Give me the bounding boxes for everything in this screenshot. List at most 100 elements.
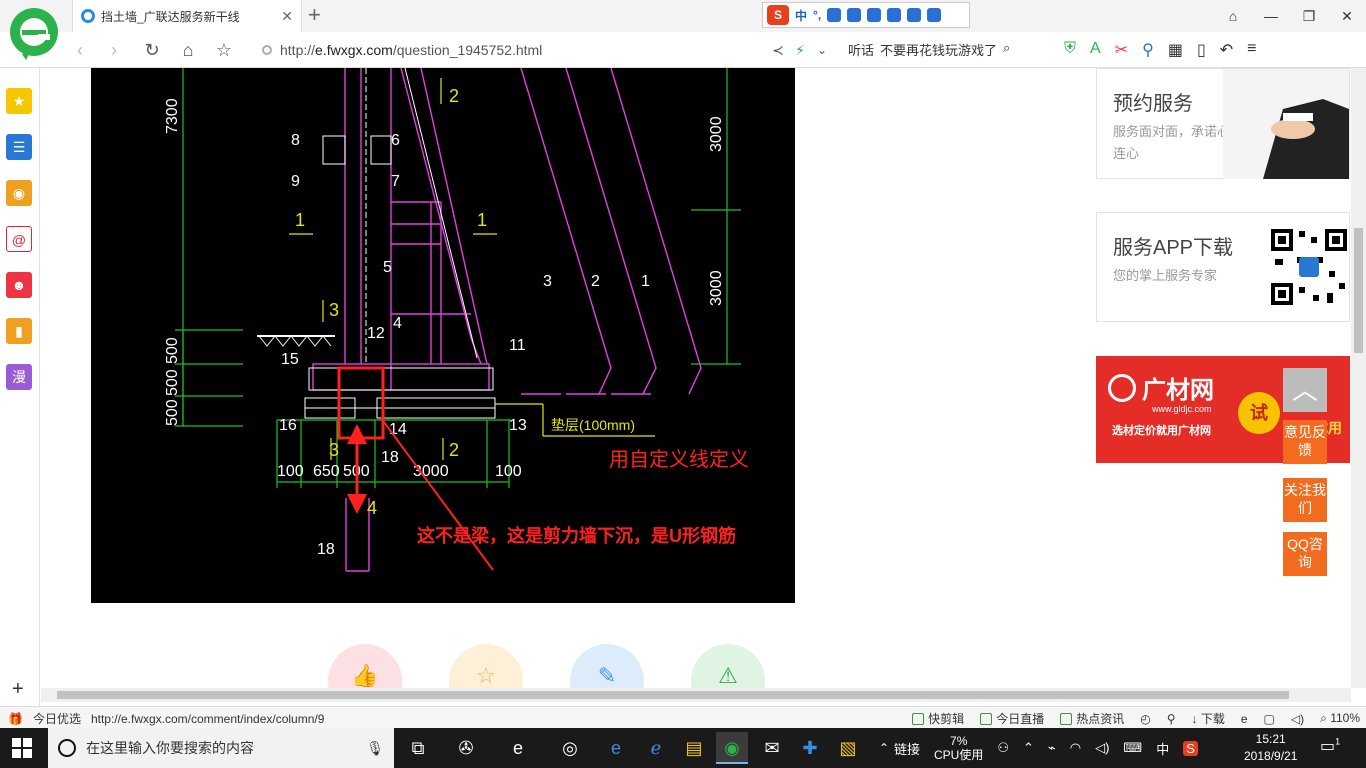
scroll-thumb[interactable] [1354,228,1363,353]
novel-icon[interactable]: ▮ [6,318,32,344]
chevron-down-icon[interactable]: ⌄ [810,38,834,62]
favorite-star-button[interactable]: ☆ [212,38,236,62]
windows-start-icon[interactable] [12,738,32,758]
file-explorer-icon[interactable]: ▤ [678,732,710,764]
tray-link[interactable]: 链接 [894,739,920,758]
search-box[interactable]: 听话 不要再花钱玩游戏了 ⌕ [848,40,1010,59]
magnifier-icon[interactable]: ⚲ [1142,40,1154,60]
skin-button[interactable]: ⌂ [1214,0,1252,32]
volume-icon[interactable]: ◁) [1291,712,1304,726]
restore-button[interactable]: ❐ [1290,0,1328,32]
minimize-button[interactable]: — [1252,0,1290,32]
mail-app-icon[interactable]: ✉ [756,732,788,764]
keyboard-icon[interactable] [867,8,882,22]
add-sidebar-item-button[interactable]: + [12,678,24,701]
translate-icon[interactable]: A [1090,40,1101,60]
live-button[interactable]: 今日直播 [980,710,1044,727]
sogou-tray-icon[interactable]: S [1183,740,1198,756]
mail-icon[interactable]: @ [6,226,32,252]
reading-list-icon[interactable]: ☰ [6,134,32,160]
vertical-scrollbar[interactable] [1351,68,1366,688]
ie-mode-icon[interactable]: e [1241,712,1248,726]
weibo-icon[interactable]: ◉ [6,180,32,206]
like-button[interactable]: 👍 [328,644,402,688]
scroll-thumb[interactable] [57,691,1289,699]
refresh-button[interactable]: ↻ [140,38,164,62]
hot-news-button[interactable]: 热点资讯 [1060,710,1124,727]
share-icon[interactable]: ≺ [766,38,790,62]
flash-icon[interactable]: ⚡ [788,38,812,62]
pin-icon[interactable]: ⚲ [1167,712,1176,726]
home-button[interactable]: ⌂ [176,38,200,62]
speed-icon[interactable]: ◴ [1140,712,1150,726]
horizontal-scrollbar[interactable] [41,688,1351,702]
sogou-logo-icon[interactable]: S [767,5,789,25]
today-pick-link[interactable]: 今日优选 [33,710,81,727]
keyboard-icon[interactable]: ⌨ [1123,740,1142,756]
browser-logo-icon[interactable] [8,6,60,62]
browser-e-icon[interactable]: e [502,732,534,764]
chevron-up-icon[interactable]: ⌃ [1023,740,1034,756]
mobile-icon[interactable]: ▯ [1197,40,1206,60]
tool-app-icon[interactable]: ✚ [794,732,826,764]
ime-toolbar[interactable]: S 中 °, [762,2,970,28]
zoom-level[interactable]: ⌕ 110% [1320,711,1360,726]
emoji-icon[interactable] [827,8,842,22]
feedback-button[interactable]: 意见反馈 [1283,420,1327,464]
cpu-usage[interactable]: 7% CPU使用 [934,734,983,762]
people-icon[interactable]: ⚇ [997,740,1009,756]
microphone-icon[interactable]: 🎙 [366,740,384,757]
taskbar-search[interactable]: 在这里输入你要搜索的内容 🎙 [48,728,394,768]
notes-app-icon[interactable]: ▧ [832,732,864,764]
booking-card[interactable]: 预约服务 服务面对面，承诺心连心 [1096,68,1350,179]
globe-app-icon[interactable]: ◎ [554,732,586,764]
favorites-star-icon[interactable]: ★ [6,88,32,114]
ime-punct[interactable]: °, [813,8,821,22]
wrench-icon[interactable] [927,8,942,22]
browser-active-icon[interactable]: ◉ [716,732,748,764]
menu-icon[interactable]: ≡ [1247,40,1256,60]
dim-left-top: 7300 [164,98,181,134]
microphone-icon[interactable] [847,8,862,22]
scissors-icon[interactable]: ✂ [1115,40,1128,60]
forward-button[interactable]: › [102,38,126,62]
apps-icon[interactable]: ▦ [1168,40,1183,60]
ie-icon[interactable]: ℯ [640,732,672,764]
clip-button[interactable]: 快剪辑 [912,710,964,727]
ime-mode[interactable]: 中 [795,7,807,24]
back-to-top-button[interactable]: ︿ [1283,368,1327,412]
skin-icon[interactable] [907,8,922,22]
ime-indicator[interactable]: 中 [1156,739,1169,758]
new-tab-button[interactable]: + [308,4,321,26]
gift-icon[interactable]: 🎁 [8,712,23,726]
comic-icon[interactable]: 漫 [6,364,32,390]
user-icon[interactable] [887,8,902,22]
fan-app-icon[interactable]: ✇ [450,732,482,764]
notification-center-button[interactable]: ▭1 [1320,736,1340,756]
download-button[interactable]: ↓ 下载 [1192,710,1225,727]
report-button[interactable]: ⚠ [691,644,765,688]
app-download-card[interactable]: 服务APP下载 您的掌上服务专家 [1096,212,1350,322]
ad-brand-name: 广材网 [1142,377,1214,404]
task-view-icon[interactable]: ⧉ [402,732,434,764]
follow-us-button[interactable]: 关注我们 [1283,478,1327,522]
tab-active[interactable]: 挡土墙_广联达服务新干线 ✕ [72,0,302,32]
edge-icon[interactable]: e [600,732,632,764]
network-icon[interactable]: ⌁ [1048,740,1056,756]
game-icon[interactable]: ☻ [6,272,32,298]
close-tab-icon[interactable]: ✕ [281,8,293,25]
close-window-button[interactable]: ✕ [1328,0,1366,32]
share-button[interactable]: ✎ [570,644,644,688]
qq-consult-button[interactable]: QQ咨询 [1283,532,1327,576]
dim-bottom: 100 [495,463,522,480]
search-icon[interactable]: ⌕ [1003,40,1010,59]
volume-icon[interactable]: ◁) [1095,740,1109,756]
undo-icon[interactable]: ↶ [1220,40,1233,60]
clock[interactable]: 15:21 2018/9/21 [1244,731,1297,765]
back-button[interactable]: ‹ [68,38,92,62]
shield-icon[interactable]: ⛨ [1064,40,1076,60]
address-bar[interactable]: http://e.fwxgx.com/question_1945752.html [262,40,742,60]
collect-button[interactable]: ☆ [449,644,523,688]
wifi-icon[interactable]: ◠ [1070,740,1081,756]
window-icon[interactable]: ▢ [1264,712,1275,726]
